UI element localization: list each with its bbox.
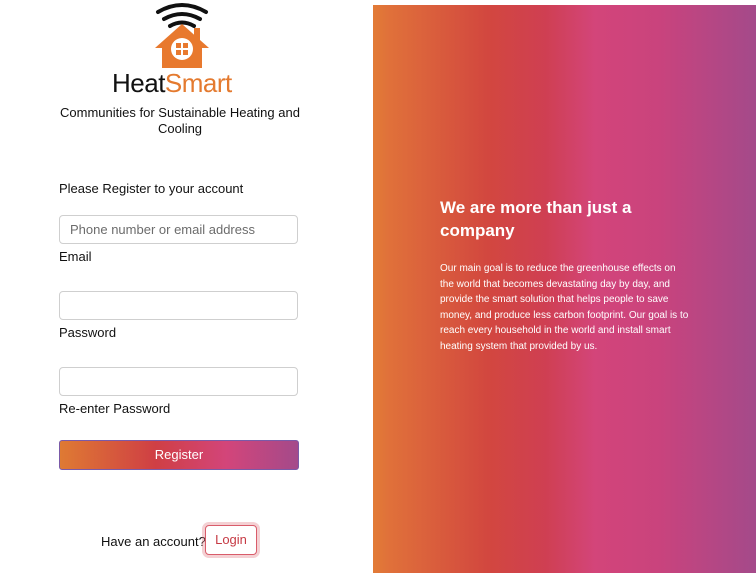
brand-smart: Smart bbox=[164, 68, 232, 98]
reenter-password-label: Re-enter Password bbox=[59, 401, 171, 416]
email-field[interactable] bbox=[59, 215, 298, 244]
register-heading: Please Register to your account bbox=[59, 181, 244, 196]
brand-name: HeatSmart bbox=[112, 68, 232, 99]
hero-title: We are more than just a company bbox=[440, 198, 632, 240]
email-label: Email bbox=[59, 249, 92, 264]
password-label: Password bbox=[59, 325, 117, 340]
register-button[interactable]: Register bbox=[59, 440, 299, 470]
reenter-password-field[interactable] bbox=[59, 367, 298, 396]
hero-description: Our main goal is to reduce the greenhous… bbox=[440, 263, 689, 352]
login-button[interactable]: Login bbox=[205, 525, 257, 555]
have-account-text: Have an account? bbox=[101, 534, 206, 549]
brand-heat: Heat bbox=[112, 68, 165, 98]
password-field[interactable] bbox=[59, 291, 298, 320]
tagline: Communities for Sustainable Heating and … bbox=[60, 105, 300, 136]
